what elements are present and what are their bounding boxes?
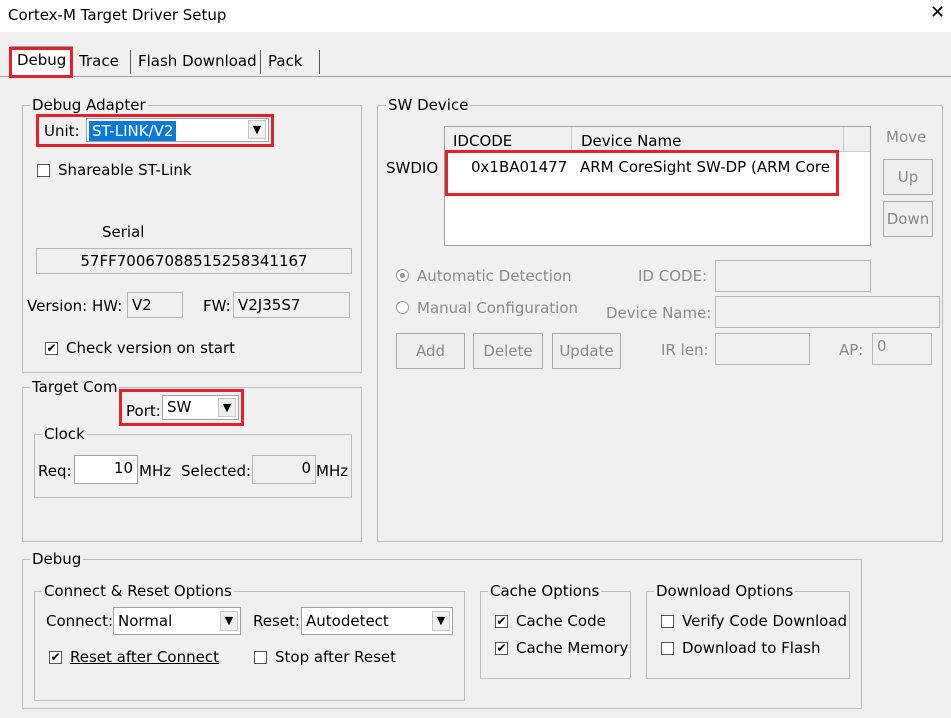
- selected-clock-field: 0: [252, 455, 316, 484]
- move-down-button[interactable]: Down: [883, 201, 933, 237]
- connect-label: Connect:: [46, 612, 114, 630]
- verify-code-download-label: Verify Code Download: [682, 612, 846, 630]
- download-to-flash-label: Download to Flash: [682, 639, 821, 657]
- tab-flash-download[interactable]: Flash Download: [132, 48, 263, 76]
- connect-select-value: Normal: [118, 612, 173, 630]
- version-hw-label: Version: HW:: [27, 297, 123, 315]
- serial-label: Serial: [102, 223, 145, 241]
- tab-pack[interactable]: Pack: [262, 48, 309, 76]
- shareable-st-link-checkbox[interactable]: [37, 164, 50, 177]
- manual-configuration-radio[interactable]: [396, 301, 409, 314]
- verify-code-download-checkbox[interactable]: [661, 615, 674, 628]
- delete-button[interactable]: Delete: [473, 333, 543, 369]
- download-options-group: [646, 591, 850, 679]
- column-header-idcode[interactable]: IDCODE: [453, 131, 512, 151]
- download-options-legend: Download Options: [654, 582, 796, 600]
- ir-len-label: IR len:: [661, 341, 709, 359]
- selected-unit: MHz: [316, 462, 349, 480]
- tab-separator: [319, 50, 320, 74]
- reset-select-value: Autodetect: [306, 612, 389, 630]
- column-divider: [843, 127, 844, 152]
- reset-label: Reset:: [253, 612, 300, 630]
- cache-code-label: Cache Code: [516, 612, 606, 630]
- download-to-flash-checkbox[interactable]: [661, 642, 674, 655]
- target-com-legend: Target Com: [30, 378, 120, 396]
- window-title: Cortex-M Target Driver Setup: [8, 6, 227, 24]
- tab-separator: [130, 50, 131, 74]
- cache-code-checkbox[interactable]: ✔: [495, 615, 508, 628]
- move-up-button[interactable]: Up: [883, 159, 933, 195]
- stop-after-reset-checkbox[interactable]: [254, 651, 267, 664]
- hw-version-field: V2: [127, 292, 183, 318]
- ir-len-input[interactable]: [715, 333, 810, 365]
- tab-strip-line: [0, 76, 951, 77]
- check-version-checkbox[interactable]: ✔: [45, 342, 58, 355]
- add-button[interactable]: Add: [396, 333, 465, 369]
- reset-select[interactable]: Autodetect ▼: [301, 607, 453, 635]
- sw-device-legend: SW Device: [386, 96, 471, 114]
- highlight-box: [119, 389, 244, 426]
- check-version-label: Check version on start: [66, 339, 236, 357]
- serial-field: 57FF70067088515258341167: [36, 248, 352, 274]
- highlight-box: [36, 114, 274, 147]
- device-name-label: Device Name:: [606, 304, 712, 322]
- fw-version-field: V2J35S7: [233, 292, 350, 318]
- chevron-down-icon[interactable]: ▼: [220, 611, 238, 631]
- automatic-detection-radio[interactable]: [396, 269, 409, 282]
- update-button[interactable]: Update: [552, 333, 621, 369]
- highlight-box: [445, 150, 839, 196]
- device-name-input[interactable]: [715, 296, 940, 328]
- move-label: Move: [886, 128, 927, 146]
- connect-reset-legend: Connect & Reset Options: [42, 582, 234, 600]
- cache-memory-label: Cache Memory: [516, 639, 629, 657]
- title-bar: Cortex-M Target Driver Setup ✕: [0, 0, 951, 32]
- shareable-st-link-label: Shareable ST-Link: [58, 161, 192, 179]
- cache-memory-checkbox[interactable]: ✔: [495, 642, 508, 655]
- clock-legend: Clock: [42, 425, 87, 443]
- swdio-label: SWDIO: [386, 159, 439, 177]
- debug-legend: Debug: [30, 550, 84, 568]
- reset-after-connect-label: Reset after Connect: [70, 648, 219, 666]
- ap-input[interactable]: 0: [872, 333, 932, 365]
- column-divider: [571, 127, 572, 152]
- connect-select[interactable]: Normal ▼: [113, 607, 241, 635]
- cache-options-group: [480, 591, 631, 679]
- debug-adapter-legend: Debug Adapter: [30, 96, 148, 114]
- req-unit: MHz: [139, 462, 172, 480]
- tab-separator: [260, 50, 261, 74]
- cache-options-legend: Cache Options: [488, 582, 602, 600]
- req-label: Req:: [38, 462, 72, 480]
- highlight-box: [9, 47, 73, 78]
- reset-after-connect-checkbox[interactable]: ✔: [49, 651, 62, 664]
- id-code-label: ID CODE:: [638, 267, 708, 285]
- tab-trace[interactable]: Trace: [73, 48, 125, 76]
- fw-label: FW:: [203, 297, 231, 315]
- id-code-input[interactable]: [715, 260, 871, 292]
- chevron-down-icon[interactable]: ▼: [432, 611, 450, 631]
- manual-configuration-label: Manual Configuration: [417, 299, 579, 317]
- column-header-device-name[interactable]: Device Name: [581, 131, 681, 151]
- close-icon[interactable]: ✕: [930, 4, 945, 22]
- ap-label: AP:: [839, 341, 864, 359]
- stop-after-reset-label: Stop after Reset: [275, 648, 397, 666]
- req-clock-input[interactable]: 10: [74, 455, 138, 484]
- selected-label: Selected:: [181, 462, 252, 480]
- automatic-detection-label: Automatic Detection: [417, 267, 572, 285]
